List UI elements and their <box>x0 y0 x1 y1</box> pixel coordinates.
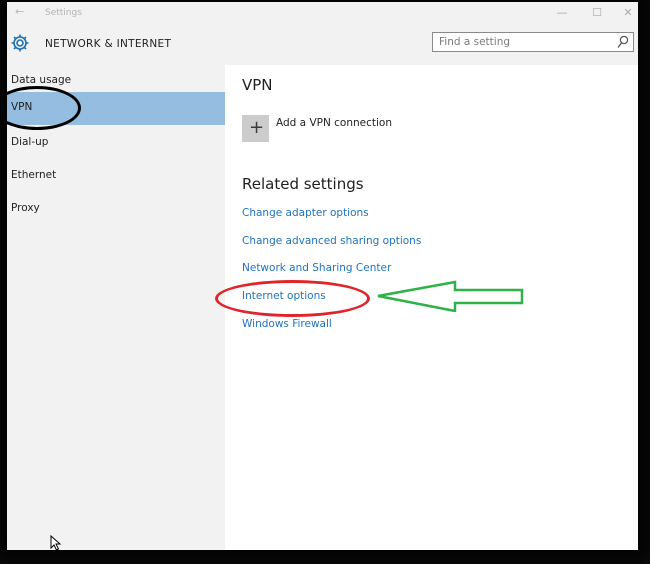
mouse-cursor-icon <box>50 535 62 551</box>
section-header-title: NETWORK & INTERNET <box>45 38 172 50</box>
sidebar-item-dial-up[interactable]: Dial-up <box>7 127 225 160</box>
search-box[interactable] <box>432 32 634 52</box>
back-arrow-icon[interactable]: ← <box>15 5 24 18</box>
gear-icon <box>11 34 29 52</box>
sidebar-item-label: Proxy <box>11 202 40 214</box>
red-highlight-oval <box>215 280 370 317</box>
window-title: Settings <box>45 8 82 18</box>
sidebar-item-label: Ethernet <box>11 169 57 181</box>
plus-icon[interactable]: + <box>242 115 269 142</box>
maximize-button[interactable]: ☐ <box>590 6 604 19</box>
link-windows-firewall[interactable]: Windows Firewall <box>242 318 332 330</box>
green-arrow-annotation <box>377 280 524 312</box>
link-network-and-sharing-center[interactable]: Network and Sharing Center <box>242 262 391 274</box>
add-vpn-label: Add a VPN connection <box>276 117 392 129</box>
title-bar: ← Settings — ☐ ✕ <box>7 2 638 25</box>
related-settings-title: Related settings <box>242 175 364 193</box>
settings-window: ← Settings — ☐ ✕ NETWORK & INTERNET Data… <box>7 2 638 550</box>
sidebar-item-label: Data usage <box>11 74 72 86</box>
sidebar-item-label: Dial-up <box>11 136 49 148</box>
link-change-adapter-options[interactable]: Change adapter options <box>242 207 369 219</box>
sidebar: Data usage VPN Dial-up Ethernet Proxy <box>7 65 225 550</box>
vpn-section-title: VPN <box>242 76 273 94</box>
page-header: NETWORK & INTERNET <box>7 25 638 65</box>
sidebar-item-ethernet[interactable]: Ethernet <box>7 160 225 193</box>
minimize-button[interactable]: — <box>555 6 569 19</box>
close-button[interactable]: ✕ <box>621 6 635 19</box>
search-icon[interactable] <box>617 35 629 49</box>
search-input[interactable] <box>433 33 623 51</box>
sidebar-item-proxy[interactable]: Proxy <box>7 193 225 226</box>
plus-glyph: + <box>249 117 265 138</box>
main-content: VPN + Add a VPN connection Related setti… <box>215 65 638 550</box>
link-change-advanced-sharing-options[interactable]: Change advanced sharing options <box>242 235 421 247</box>
